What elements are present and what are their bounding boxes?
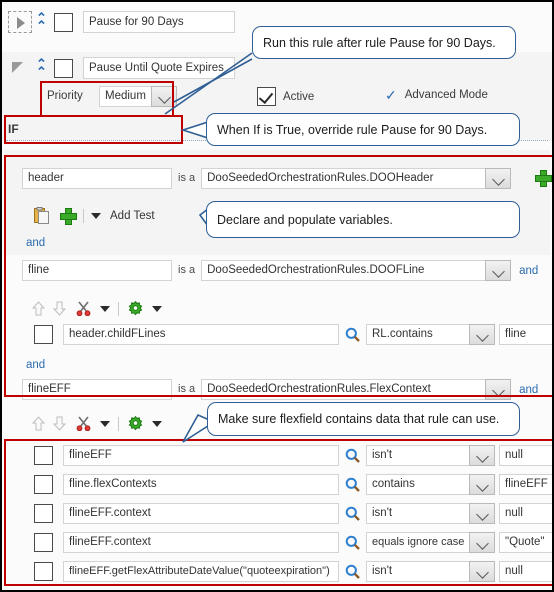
- callout-run-after: Run this rule after rule Pause for 90 Da…: [252, 26, 516, 59]
- rule-editor-window: ⌃ ⌃ Pause for 90 Days ⌃ ⌃ Pause Until Quot…: [0, 0, 554, 592]
- callout-flexfield: Make sure flexfield contains data that r…: [207, 402, 520, 436]
- callout-override: When If is True, override rule Pause for…: [206, 113, 520, 146]
- callout-declare: Declare and populate variables.: [206, 201, 520, 238]
- callout-leader-lines: [164, 52, 253, 443]
